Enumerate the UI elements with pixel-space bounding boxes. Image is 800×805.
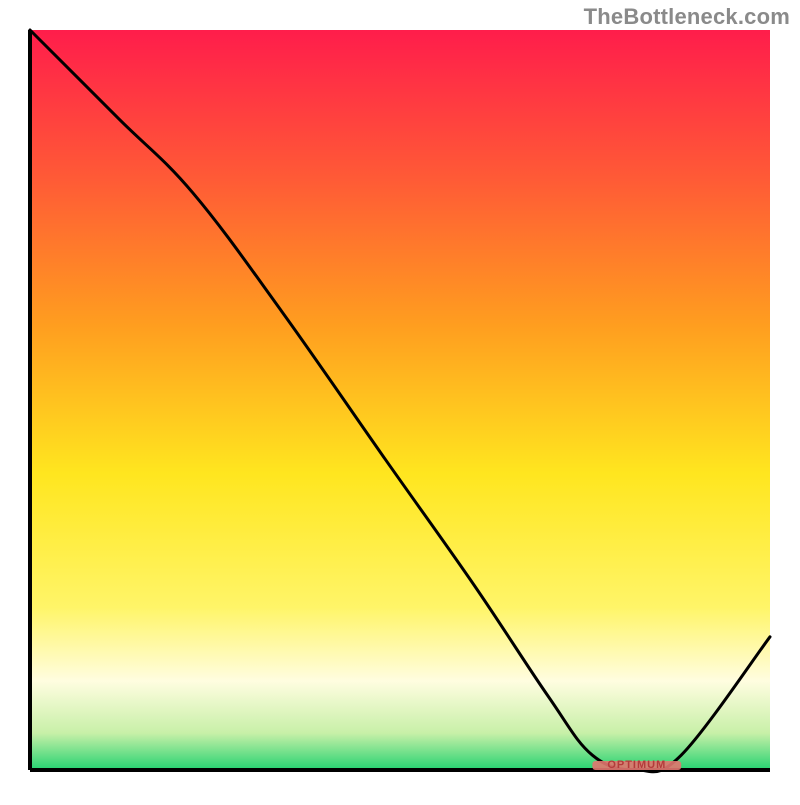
watermark-text: TheBottleneck.com xyxy=(584,4,790,30)
optimum-label: OPTIMUM xyxy=(607,759,666,771)
bottleneck-chart: OPTIMUM xyxy=(0,0,800,800)
